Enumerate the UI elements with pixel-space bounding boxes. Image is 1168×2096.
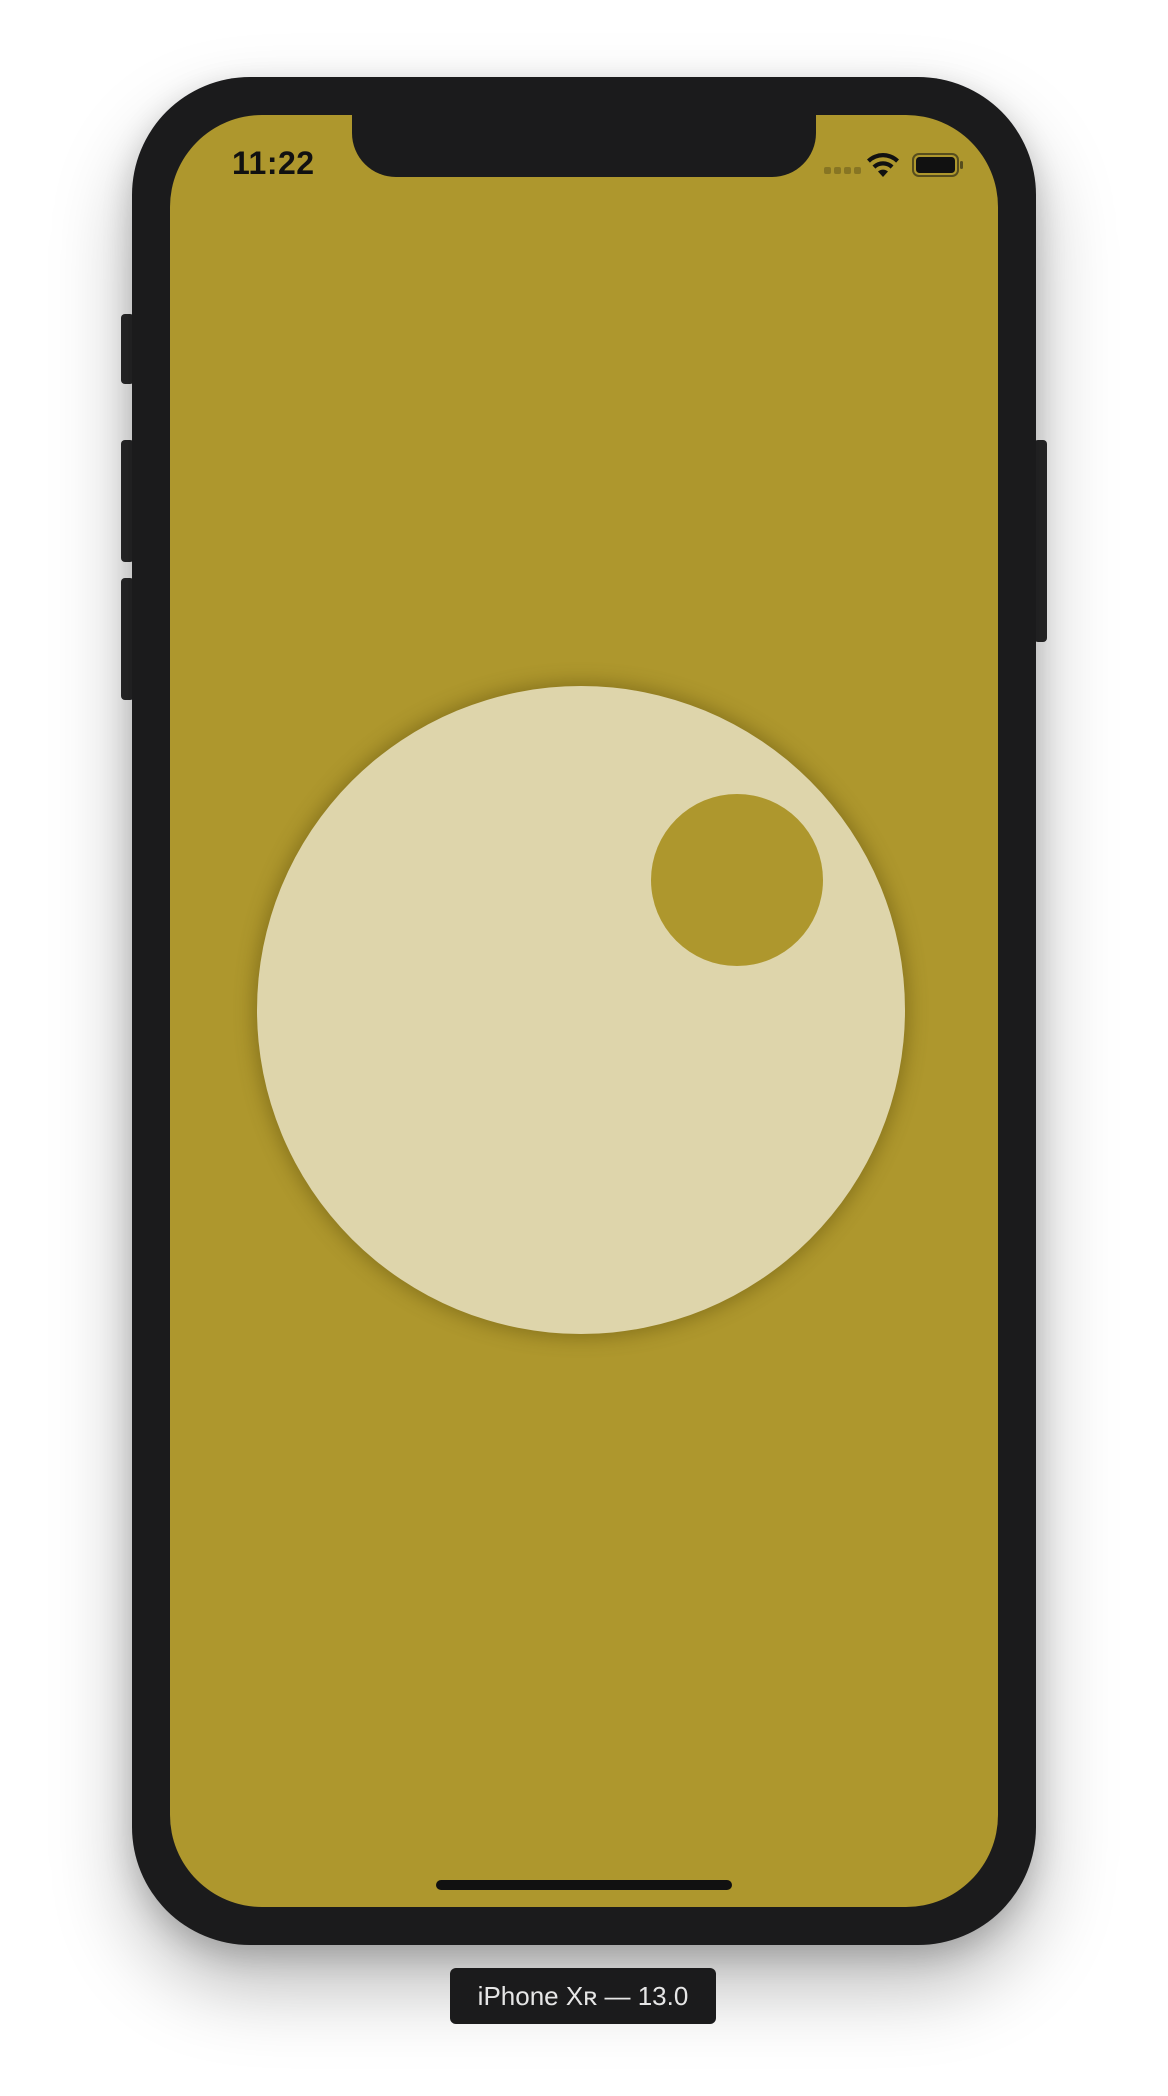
camera-notch [352,115,816,177]
large-circle[interactable] [257,686,905,1334]
device-label: iPhone Xʀ — 13.0 [450,1968,716,2024]
small-circle[interactable] [651,794,823,966]
home-indicator[interactable] [436,1880,732,1890]
cellular-signal-icon [824,167,861,174]
simulator-stage: 11:22 iPhone Xʀ — 13.0 [0,0,1168,2096]
battery-icon [912,153,963,177]
device-screen[interactable]: 11:22 [170,115,998,1907]
status-time: 11:22 [232,145,315,181]
wifi-icon [867,153,899,177]
